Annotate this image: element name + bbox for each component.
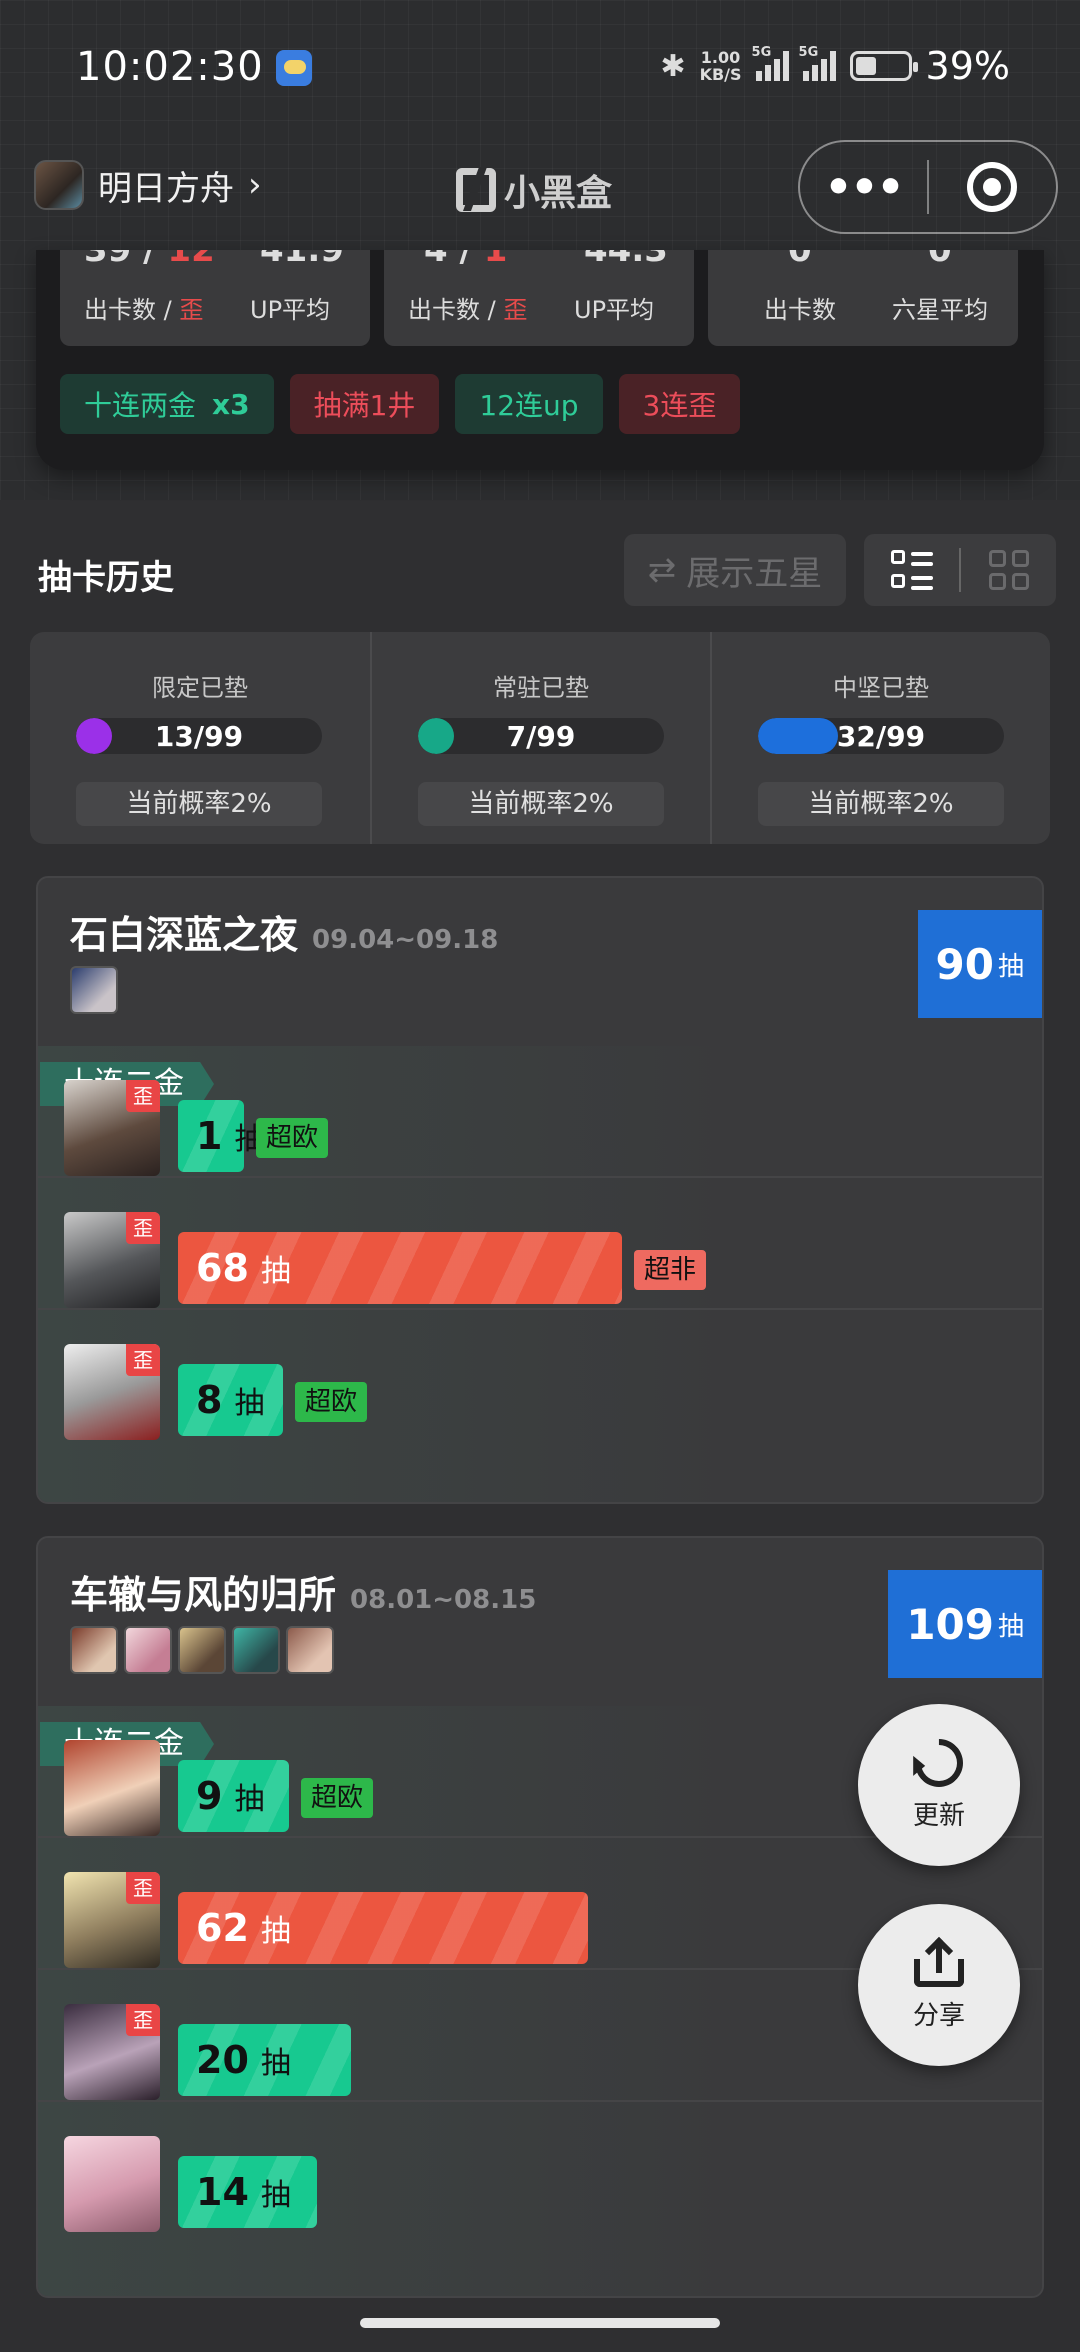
close-target-icon	[967, 162, 1018, 212]
summary-card: 39 / 12 41.9 出卡数 / 歪 UP平均 4 / 1 44.3 出卡数…	[36, 250, 1044, 470]
banner-card[interactable]: 石白深蓝之夜09.04~09.18 90抽 十连二金 歪 1抽 超欧 歪 68抽…	[36, 876, 1044, 1504]
banner-operators	[70, 966, 118, 1014]
operator-avatar: 歪	[64, 2004, 160, 2100]
banner-title: 车辙与风的归所 08.01~08.15	[70, 1573, 537, 1617]
share-button[interactable]: 分享	[858, 1904, 1020, 2066]
nav-bar: 明日方舟 › 小黑盒 •••	[0, 140, 1080, 250]
show-five-star-toggle[interactable]: ⇄ 展示五星	[624, 534, 846, 606]
verdict-badge: 超非	[634, 1250, 707, 1290]
view-mode-switch	[864, 534, 1056, 606]
banner-title: 石白深蓝之夜 09.04~09.18	[70, 913, 499, 957]
close-button[interactable]	[929, 162, 1056, 212]
pity-mid: 中坚已垫 32/99 当前概率2%	[710, 632, 1050, 844]
stat-box-standard: 4 / 1 44.3 出卡数 / 歪 UP平均	[384, 250, 694, 346]
operator-avatar	[64, 1740, 160, 1836]
home-indicator[interactable]	[360, 2318, 720, 2328]
off-banner-tag: 歪	[126, 1080, 160, 1112]
history-title: 抽卡历史	[38, 558, 174, 598]
clock: 10:02:30	[76, 44, 264, 90]
pity-standard: 常驻已垫 7/99 当前概率2%	[370, 632, 710, 844]
pull-count-bar: 14 抽	[178, 2156, 317, 2228]
bluetooth-icon: ✱	[660, 48, 686, 84]
operator-thumb	[70, 966, 118, 1014]
pull-count-bar: 68 抽	[178, 1232, 622, 1304]
pull-count-bar: 1抽	[178, 1100, 264, 1172]
banner-date: 09.04~09.18	[312, 925, 499, 955]
operator-avatar: 歪	[64, 1344, 160, 1440]
achievement-tags: 十连两金 x3 抽满1井 12连up 3连歪	[60, 374, 741, 434]
status-icons: ✱ 1.00 KB/S 5G 5G 39%	[660, 44, 1010, 88]
grid-view-icon	[988, 550, 1029, 590]
banner-date: 08.01~08.15	[350, 1585, 537, 1615]
off-banner-tag: 歪	[126, 1344, 160, 1376]
share-icon	[914, 1936, 964, 1987]
operator-avatar	[64, 2136, 160, 2232]
pull-count-bar: 62 抽	[178, 1892, 588, 1964]
signal-icon-2: 5G	[799, 45, 836, 81]
more-button[interactable]: •••	[800, 162, 927, 213]
banner-operators	[70, 1626, 334, 1674]
verdict-badge: 超欧	[301, 1778, 374, 1818]
brand-name: 小黑盒	[504, 173, 613, 214]
battery-icon	[849, 51, 918, 81]
battery-percent: 39%	[925, 44, 1010, 88]
pull-count-bar: 9抽	[178, 1760, 289, 1832]
weather-icon	[276, 50, 312, 86]
pull-row[interactable]: 歪 68 抽 超非	[38, 1178, 1042, 1310]
pity-progress-bar: 32/99	[758, 718, 1004, 754]
refresh-button[interactable]: 更新	[858, 1704, 1020, 1866]
pity-progress-bar: 7/99	[418, 718, 664, 754]
tag-chip: 抽满1井	[289, 374, 440, 434]
game-name: 明日方舟	[98, 168, 234, 209]
list-view-icon	[890, 550, 933, 590]
off-banner-tag: 歪	[126, 1872, 160, 1904]
brand: 小黑盒	[456, 164, 612, 216]
stat-box-mid: 0 0 出卡数 六星平均	[708, 250, 1018, 346]
pull-count-bar: 20 抽	[178, 2024, 351, 2096]
pity-panel: 限定已垫 13/99 当前概率2% 常驻已垫 7/99 当前概率2% 中坚已垫 …	[30, 632, 1050, 844]
chevron-right-icon: ›	[248, 165, 262, 205]
list-view-button[interactable]	[864, 550, 959, 590]
stat-box-limited: 39 / 12 41.9 出卡数 / 歪 UP平均	[60, 250, 370, 346]
pull-row[interactable]: 歪 8抽 超欧	[38, 1310, 1042, 1442]
operator-avatar: 歪	[64, 1872, 160, 1968]
verdict-badge: 超欧	[256, 1118, 329, 1158]
swap-icon: ⇄	[647, 550, 677, 590]
operator-avatar: 歪	[64, 1080, 160, 1176]
game-avatar	[34, 160, 84, 210]
miniprogram-capsule: •••	[798, 140, 1058, 234]
pity-limited: 限定已垫 13/99 当前概率2%	[30, 632, 370, 844]
pull-list: 十连二金 歪 1抽 超欧 歪 68抽 超非 歪 8抽 超欧	[38, 1046, 1042, 1502]
banner-total-pulls: 109 抽	[888, 1570, 1042, 1678]
refresh-label: 更新	[912, 1800, 965, 1831]
banner-total-pulls: 90 抽	[917, 910, 1042, 1018]
tag-chip: 十连两金 x3	[60, 374, 274, 434]
operator-thumb	[232, 1626, 280, 1674]
off-banner-tag: 歪	[126, 1212, 160, 1244]
tag-chip: 12连up	[455, 374, 603, 434]
refresh-icon	[905, 1728, 973, 1797]
toggle-label: 展示五星	[686, 553, 823, 594]
operator-avatar: 歪	[64, 1212, 160, 1308]
pull-row[interactable]: 歪 1抽 超欧	[38, 1046, 1042, 1178]
heybox-logo-icon	[456, 168, 496, 212]
operator-thumb	[178, 1626, 226, 1674]
operator-thumb	[70, 1626, 118, 1674]
status-bar: 10:02:30 ✱ 1.00 KB/S 5G 5G 39%	[0, 0, 1080, 140]
game-switcher[interactable]: 明日方舟 ›	[34, 160, 262, 210]
tag-chip: 3连歪	[618, 374, 741, 434]
pity-progress-bar: 13/99	[76, 718, 322, 754]
share-label: 分享	[912, 2000, 965, 2031]
operator-thumb	[124, 1626, 172, 1674]
off-banner-tag: 歪	[126, 2004, 160, 2036]
network-speed: 1.00 KB/S	[699, 48, 742, 84]
operator-thumb	[286, 1626, 334, 1674]
grid-view-button[interactable]	[961, 550, 1056, 590]
signal-icon-1: 5G	[752, 45, 789, 81]
pull-row[interactable]: 14 抽	[38, 2102, 1042, 2234]
verdict-badge: 超欧	[295, 1382, 368, 1422]
pull-count-bar: 8抽	[178, 1364, 283, 1436]
